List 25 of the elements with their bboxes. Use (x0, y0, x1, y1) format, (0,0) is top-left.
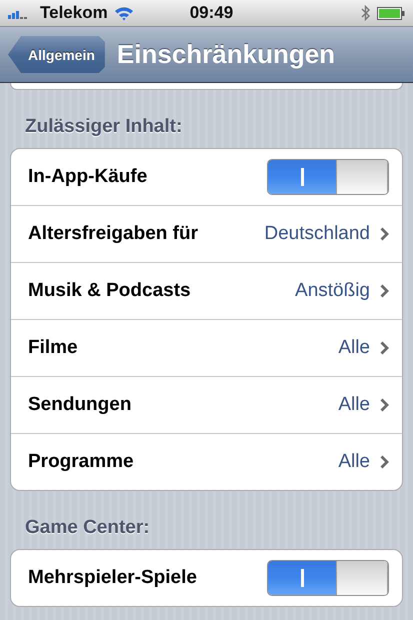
chevron-icon (380, 284, 389, 298)
chevron-icon (380, 455, 389, 469)
settings-row[interactable]: Altersfreigaben für Deutschland (11, 205, 402, 262)
wifi-icon (114, 6, 134, 20)
screen-title: Einschränkungen (116, 39, 336, 70)
settings-row[interactable]: Mehrspieler-Spiele (11, 550, 402, 606)
settings-row[interactable]: Sendungen Alle (11, 376, 402, 433)
chevron-icon (380, 227, 389, 241)
on-mark-icon (300, 569, 304, 587)
settings-row[interactable]: Filme Alle (11, 319, 402, 376)
battery-icon (377, 6, 405, 20)
back-button[interactable]: Allgemein (8, 36, 105, 73)
toggle-switch[interactable] (267, 159, 389, 195)
chevron-icon (380, 398, 389, 412)
bluetooth-icon (361, 5, 371, 21)
toggle-switch[interactable] (267, 560, 389, 596)
section-header: Zulässiger Inhalt: (24, 115, 184, 139)
clock-time: 09:49 (190, 3, 234, 23)
on-mark-icon (300, 168, 304, 186)
chevron-icon (380, 341, 389, 355)
carrier-name: Telekom (40, 3, 108, 23)
section-header: Game Center: (24, 516, 151, 540)
settings-row[interactable]: In-App-Käufe (11, 149, 402, 205)
settings-row[interactable]: Programme Alle (11, 433, 402, 490)
settings-row[interactable]: Musik & Podcasts Anstößig (11, 262, 402, 319)
